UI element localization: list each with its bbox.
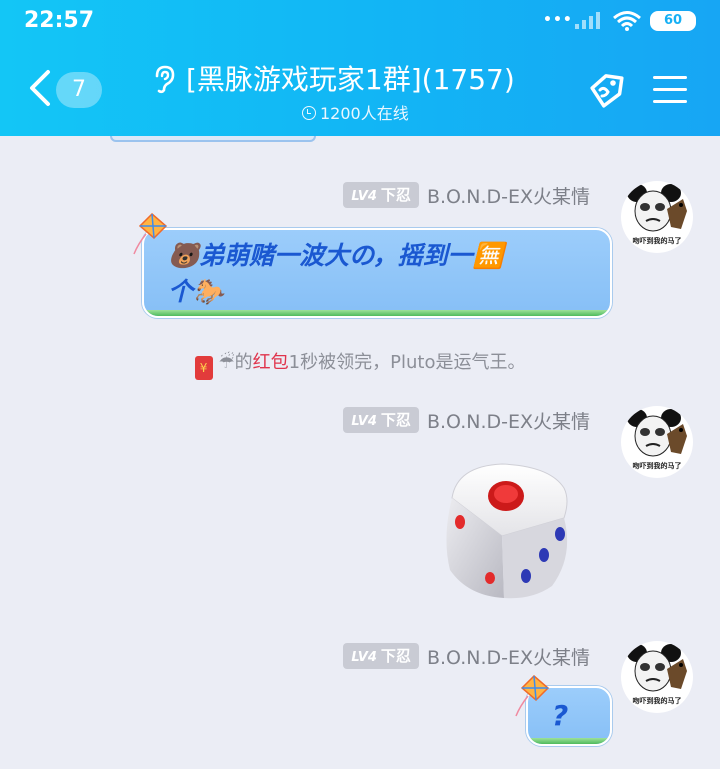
clock-time: 22:57: [24, 8, 95, 33]
online-count-text: 1200人在线: [320, 104, 409, 123]
red-packet-link[interactable]: 红包: [253, 352, 289, 373]
wifi-icon: [613, 11, 641, 31]
message-sender-header: LV4 下忍 B.O.N.D-EX火某情: [343, 406, 590, 434]
umbrella-emoji: ☔: [218, 352, 235, 373]
level-badge: LV4 下忍: [343, 182, 419, 208]
online-count: 1200人在线: [302, 100, 409, 124]
avatar[interactable]: 吻吓到我的马了: [621, 181, 693, 253]
chat-header: 22:57 ••• 60 7 [黑脉游戏玩家1群](1757) 1200人在线: [0, 0, 720, 136]
bubble-grass-decoration: [528, 738, 610, 744]
message-list[interactable]: LV4 下忍 B.O.N.D-EX火某情 吻吓到我的马了 🐻弟萌赌一波大の，摇到一…: [0, 136, 720, 769]
clock-icon: [302, 106, 316, 120]
message-sender-header: LV4 下忍 B.O.N.D-EX火某情: [343, 642, 590, 670]
bubble-grass-decoration: [144, 310, 610, 316]
message-sender-header: LV4 下忍 B.O.N.D-EX火某情: [343, 181, 590, 209]
unread-count-badge[interactable]: 7: [56, 72, 102, 108]
menu-icon[interactable]: [653, 76, 687, 104]
group-title[interactable]: [黑脉游戏玩家1群](1757): [186, 58, 515, 98]
avatar-caption: 吻吓到我的马了: [632, 462, 682, 470]
status-bar: 22:57 ••• 60: [0, 0, 720, 44]
sender-name[interactable]: B.O.N.D-EX火某情: [427, 182, 590, 209]
dice-icon[interactable]: [432, 458, 582, 608]
group-tag-icon[interactable]: [584, 70, 628, 110]
message-text: 🐻弟萌赌一波大の，摇到一🈚 个🐎: [168, 241, 504, 306]
back-arrow-icon[interactable]: [26, 68, 56, 108]
level-badge: LV4 下忍: [343, 407, 419, 433]
notification-dots-icon: •••: [543, 12, 573, 28]
message-bubble[interactable]: 🐻弟萌赌一波大の，摇到一🈚 个🐎: [142, 228, 612, 318]
sender-name[interactable]: B.O.N.D-EX火某情: [427, 407, 590, 434]
signal-icon: [575, 12, 600, 29]
message-text: ?: [552, 699, 569, 732]
avatar-caption: 吻吓到我的马了: [632, 697, 682, 705]
system-notice: ¥ ☔的红包1秒被领完，Pluto是运气王。: [0, 348, 720, 380]
avatar[interactable]: 吻吓到我的马了: [621, 641, 693, 713]
notice-suffix: 1秒被领完，Pluto是运气王。: [288, 352, 526, 373]
avatar[interactable]: 吻吓到我的马了: [621, 406, 693, 478]
battery-indicator: 60: [650, 11, 696, 31]
sender-name[interactable]: B.O.N.D-EX火某情: [427, 643, 590, 670]
avatar-caption: 吻吓到我的马了: [632, 237, 682, 245]
level-badge: LV4 下忍: [343, 643, 419, 669]
kite-icon: [133, 212, 168, 255]
notice-prefix: 的: [234, 352, 253, 373]
red-packet-icon: ¥: [194, 356, 213, 380]
ear-icon[interactable]: [151, 64, 177, 94]
previous-message-bubble: [110, 136, 316, 142]
kite-icon: [515, 674, 550, 717]
